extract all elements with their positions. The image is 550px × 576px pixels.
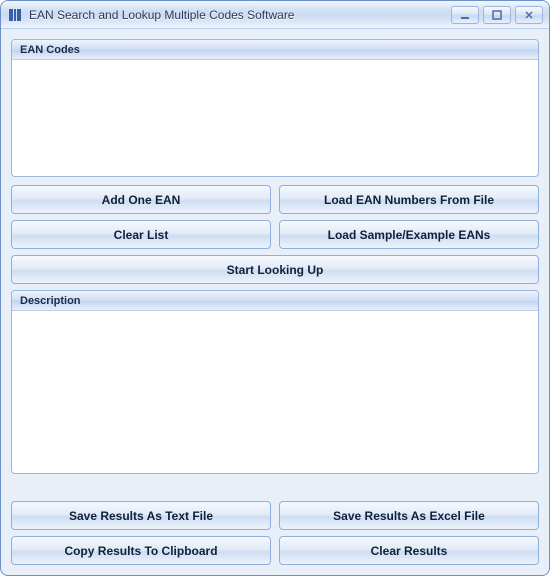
window-body: EAN Codes Add One EAN Load EAN Numbers F… bbox=[1, 29, 549, 575]
description-header: Description bbox=[12, 291, 538, 311]
save-results-excel-button[interactable]: Save Results As Excel File bbox=[279, 501, 539, 530]
maximize-button[interactable] bbox=[483, 6, 511, 24]
start-looking-up-button[interactable]: Start Looking Up bbox=[11, 255, 539, 284]
window-controls bbox=[451, 6, 543, 24]
copy-results-clipboard-button[interactable]: Copy Results To Clipboard bbox=[11, 536, 271, 565]
maximize-icon bbox=[492, 10, 502, 20]
description-list[interactable] bbox=[12, 311, 538, 473]
app-icon bbox=[7, 7, 23, 23]
clear-list-button[interactable]: Clear List bbox=[11, 220, 271, 249]
minimize-button[interactable] bbox=[451, 6, 479, 24]
minimize-icon bbox=[460, 10, 470, 20]
load-sample-eans-button[interactable]: Load Sample/Example EANs bbox=[279, 220, 539, 249]
ean-codes-list[interactable] bbox=[12, 60, 538, 176]
ean-codes-header: EAN Codes bbox=[12, 40, 538, 60]
clear-results-button[interactable]: Clear Results bbox=[279, 536, 539, 565]
window-title: EAN Search and Lookup Multiple Codes Sof… bbox=[29, 8, 451, 22]
titlebar: EAN Search and Lookup Multiple Codes Sof… bbox=[1, 1, 549, 29]
close-icon bbox=[524, 10, 534, 20]
description-panel: Description bbox=[11, 290, 539, 474]
ean-codes-panel: EAN Codes bbox=[11, 39, 539, 177]
load-ean-from-file-button[interactable]: Load EAN Numbers From File bbox=[279, 185, 539, 214]
app-window: EAN Search and Lookup Multiple Codes Sof… bbox=[0, 0, 550, 576]
add-one-ean-button[interactable]: Add One EAN bbox=[11, 185, 271, 214]
save-results-text-button[interactable]: Save Results As Text File bbox=[11, 501, 271, 530]
close-button[interactable] bbox=[515, 6, 543, 24]
